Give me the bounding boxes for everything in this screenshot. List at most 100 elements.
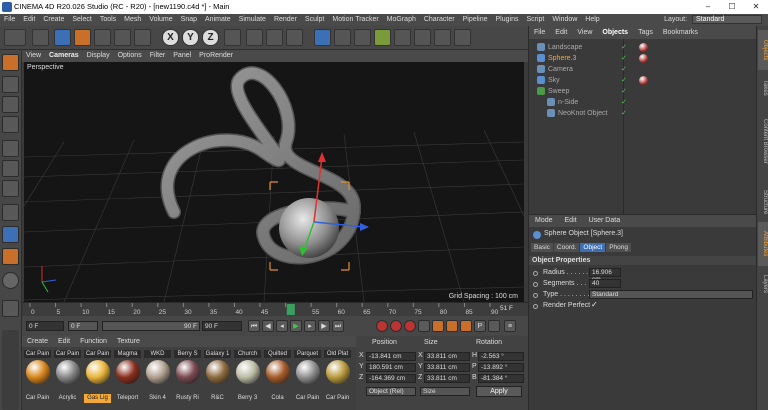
object-row[interactable]: Camera ✓ xyxy=(529,64,757,75)
light-icon[interactable] xyxy=(454,29,471,46)
visibility-check-icon[interactable]: ✓ xyxy=(621,99,633,106)
radius-field[interactable]: 16.906 cm xyxy=(589,268,621,283)
redo-icon[interactable] xyxy=(32,29,49,46)
apply-button[interactable]: Apply xyxy=(476,386,522,397)
point-level-key-icon[interactable] xyxy=(488,320,500,332)
size-mode-select[interactable]: Size xyxy=(420,387,470,396)
record-active-icon[interactable] xyxy=(376,320,388,332)
cube-primitive-icon[interactable] xyxy=(314,29,331,46)
scale-key-icon[interactable] xyxy=(446,320,458,332)
tab-object[interactable]: Object xyxy=(580,243,606,252)
coordinate-system-icon[interactable] xyxy=(224,29,241,46)
menu-volume[interactable]: Volume xyxy=(145,14,176,26)
object-row[interactable]: Sky ✓ xyxy=(529,75,757,86)
vp-menu-filter[interactable]: Filter xyxy=(146,50,170,62)
keyframe-selection-icon[interactable] xyxy=(404,320,416,332)
object-row[interactable]: n-Side ✓ xyxy=(529,97,757,108)
menu-help[interactable]: Help xyxy=(581,14,603,26)
menu-render[interactable]: Render xyxy=(270,14,301,26)
material-swatch[interactable]: Old Plat Car Pain xyxy=(324,350,351,408)
perspective-viewport[interactable]: Perspective Grid Spacing : 100 cm xyxy=(24,62,524,302)
am-menu-user-data[interactable]: User Data xyxy=(583,215,627,227)
visibility-check-icon[interactable]: ✓ xyxy=(621,110,633,117)
texture-mode-icon[interactable] xyxy=(2,96,19,113)
autokey-icon[interactable] xyxy=(390,320,402,332)
menu-simulate[interactable]: Simulate xyxy=(235,14,270,26)
subdivision-icon[interactable] xyxy=(354,29,371,46)
om-menu-view[interactable]: View xyxy=(572,26,597,39)
next-key-icon[interactable]: ▶ xyxy=(318,320,330,332)
menu-animate[interactable]: Animate xyxy=(201,14,235,26)
menu-snap[interactable]: Snap xyxy=(177,14,201,26)
menu-plugins[interactable]: Plugins xyxy=(492,14,523,26)
om-menu-file[interactable]: File xyxy=(529,26,550,39)
material-tag-icon[interactable] xyxy=(639,43,648,52)
current-frame-field[interactable]: 0 F xyxy=(68,321,98,331)
menu-pipeline[interactable]: Pipeline xyxy=(459,14,492,26)
side-tab-objects[interactable]: Objects xyxy=(758,30,768,70)
side-tab-attributes[interactable]: Attributes xyxy=(758,222,768,266)
tab-phong[interactable]: Phong xyxy=(606,243,632,252)
animate-radio-icon[interactable] xyxy=(533,271,538,276)
lock-workplane-icon[interactable] xyxy=(2,300,19,317)
object-name[interactable]: Landscape xyxy=(548,42,582,53)
parameter-key-icon[interactable]: P xyxy=(474,320,486,332)
side-tab-takes[interactable]: Takes xyxy=(758,74,768,102)
next-frame-icon[interactable]: ▸ xyxy=(304,320,316,332)
undo-icon[interactable] xyxy=(4,29,26,46)
floor-icon[interactable] xyxy=(414,29,431,46)
visibility-check-icon[interactable]: ✓ xyxy=(621,44,633,51)
move-icon[interactable] xyxy=(74,29,91,46)
vp-menu-prorender[interactable]: ProRender xyxy=(195,50,237,62)
vp-menu-display[interactable]: Display xyxy=(83,50,114,62)
material-tag-icon[interactable] xyxy=(639,76,648,85)
camera-icon[interactable] xyxy=(434,29,451,46)
y-axis-arrow[interactable] xyxy=(318,152,326,162)
select-arrow-icon[interactable] xyxy=(54,29,71,46)
tweak-icon[interactable] xyxy=(2,226,19,243)
y-axis-lock-icon[interactable]: Y xyxy=(182,29,199,46)
tab-coord[interactable]: Coord. xyxy=(553,243,580,252)
workplane-icon[interactable] xyxy=(2,116,19,133)
segments-field[interactable]: 40 xyxy=(589,279,621,288)
menu-script[interactable]: Script xyxy=(522,14,548,26)
object-name[interactable]: Camera xyxy=(548,64,573,75)
material-swatch[interactable]: Car Pain Gas Lig xyxy=(84,350,111,408)
polygons-mode-icon[interactable] xyxy=(2,180,19,197)
x-axis-lock-icon[interactable]: X xyxy=(162,29,179,46)
render-view-icon[interactable] xyxy=(246,29,263,46)
rotate-icon[interactable] xyxy=(114,29,131,46)
rotation-key-icon[interactable] xyxy=(460,320,472,332)
menu-mograph[interactable]: MoGraph xyxy=(383,14,420,26)
axis-mode-icon[interactable] xyxy=(2,204,19,221)
menu-mesh[interactable]: Mesh xyxy=(120,14,145,26)
animate-radio-icon[interactable] xyxy=(533,293,538,298)
previous-frame-icon[interactable]: ◂ xyxy=(276,320,288,332)
model-mode-icon[interactable] xyxy=(2,76,19,93)
type-dropdown[interactable]: Standard xyxy=(589,290,753,299)
material-swatch[interactable]: Galaxy 1 R&C xyxy=(204,350,231,408)
visibility-check-icon[interactable]: ✓ xyxy=(621,55,633,62)
mat-menu-edit[interactable]: Edit xyxy=(53,336,75,347)
mat-menu-function[interactable]: Function xyxy=(75,336,112,347)
mat-menu-create[interactable]: Create xyxy=(22,336,53,347)
rotation-p-field[interactable]: -13.892 ° xyxy=(478,363,524,372)
size-x-field[interactable]: 33.811 cm xyxy=(424,352,470,361)
z-axis-lock-icon[interactable]: Z xyxy=(202,29,219,46)
object-name[interactable]: n-Side xyxy=(558,97,578,108)
scale-icon[interactable] xyxy=(94,29,111,46)
object-name[interactable]: Sweep xyxy=(548,86,569,97)
object-row[interactable]: Sphere.3 ✓ xyxy=(529,53,757,64)
rotation-b-field[interactable]: -81.384 ° xyxy=(478,374,524,383)
close-button[interactable]: ✕ xyxy=(744,0,768,14)
menu-sculpt[interactable]: Sculpt xyxy=(301,14,328,26)
play-icon[interactable]: ▶ xyxy=(290,320,302,332)
menu-edit[interactable]: Edit xyxy=(19,14,39,26)
om-menu-bookmarks[interactable]: Bookmarks xyxy=(658,26,703,39)
coordinate-mode-select[interactable]: Object (Rel) xyxy=(366,387,416,396)
size-z-field[interactable]: 33.811 cm xyxy=(424,374,470,383)
previous-key-icon[interactable]: ◀ xyxy=(262,320,274,332)
motion-key-icon[interactable] xyxy=(418,320,430,332)
material-swatch[interactable]: Berry S Rusty Ri xyxy=(174,350,201,408)
current-frame-marker[interactable] xyxy=(286,304,295,315)
